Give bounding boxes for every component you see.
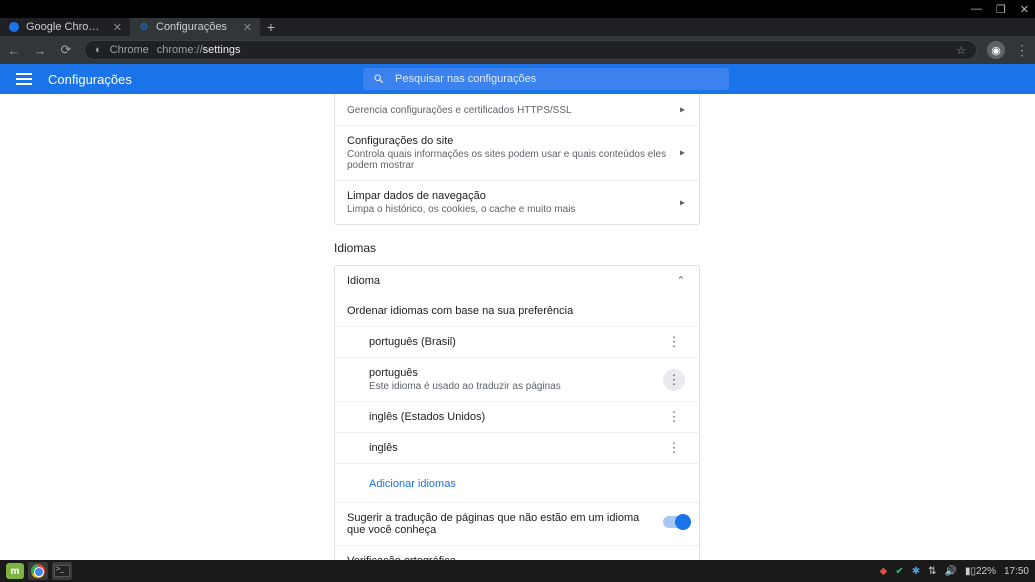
- nav-forward-button[interactable]: →: [32, 43, 48, 58]
- tray-shield-icon[interactable]: ✔: [895, 566, 903, 577]
- menu-hamburger-icon[interactable]: [16, 73, 32, 85]
- privacy-card: Gerencia configurações e certificados HT…: [334, 94, 700, 225]
- tab-close-icon[interactable]: ✕: [243, 21, 252, 34]
- tab-title: Google Chrome no Linux fica t: [26, 21, 107, 33]
- nav-back-button[interactable]: ←: [6, 43, 22, 58]
- translate-suggest-toggle[interactable]: [663, 515, 689, 533]
- language-item-menu-button[interactable]: ⋮: [663, 437, 685, 459]
- browser-menu-button[interactable]: ⋮: [1015, 42, 1029, 59]
- language-item: inglês (Estados Unidos) ⋮: [335, 401, 699, 432]
- site-info-icon[interactable]: ◐: [95, 44, 102, 56]
- tray-volume-icon[interactable]: 🔊: [944, 566, 956, 577]
- new-tab-button[interactable]: +: [260, 18, 282, 36]
- settings-row-clear-data[interactable]: Limpar dados de navegação Limpa o histór…: [335, 180, 699, 224]
- tab-favicon-gear-icon: ⚙: [138, 21, 150, 33]
- language-item-menu-button[interactable]: ⋮: [663, 369, 685, 391]
- address-bar[interactable]: ◐ Chrome chrome://settings ☆: [84, 40, 977, 60]
- tray-bluetooth-icon[interactable]: ✱: [912, 566, 920, 577]
- window-minimize-button[interactable]: —: [971, 3, 982, 15]
- window-close-button[interactable]: ✕: [1020, 3, 1029, 16]
- chevron-right-icon: ▸: [680, 197, 685, 208]
- language-item: português (Brasil) ⋮: [335, 326, 699, 357]
- search-icon: [373, 73, 385, 85]
- settings-content: Gerencia configurações e certificados HT…: [0, 94, 1035, 560]
- page-title: Configurações: [48, 72, 132, 87]
- language-item-menu-button[interactable]: ⋮: [663, 406, 685, 428]
- settings-header: Configurações: [0, 64, 1035, 94]
- tray-battery-indicator[interactable]: ▮▯22%: [965, 566, 996, 577]
- spellcheck-row[interactable]: Verificação ortográfica português (Brasi…: [335, 545, 699, 560]
- tab-close-icon[interactable]: ✕: [113, 21, 122, 34]
- start-menu-button[interactable]: m: [6, 563, 24, 579]
- tab-favicon: [8, 21, 20, 33]
- settings-row-certificates[interactable]: Gerencia configurações e certificados HT…: [335, 94, 699, 125]
- window-maximize-button[interactable]: ❐: [996, 3, 1006, 16]
- add-languages-link[interactable]: Adicionar idiomas: [369, 478, 456, 490]
- translate-suggest-row: Sugerir a tradução de páginas que não es…: [335, 502, 699, 545]
- tray-network-icon[interactable]: ⇅: [928, 566, 936, 577]
- terminal-icon: >_: [54, 565, 70, 577]
- add-languages-row: Adicionar idiomas: [335, 463, 699, 502]
- nav-reload-button[interactable]: ⟳: [58, 42, 74, 58]
- chevron-up-icon: ⌃: [677, 276, 685, 287]
- language-expand-row[interactable]: Idioma ⌃: [335, 266, 699, 296]
- taskbar-app-chrome[interactable]: [28, 562, 48, 580]
- languages-card: Idioma ⌃ Ordenar idiomas com base na sua…: [334, 265, 700, 560]
- bookmark-star-icon[interactable]: ☆: [956, 44, 966, 57]
- tray-update-icon[interactable]: ◆: [880, 566, 888, 577]
- language-item-menu-button[interactable]: ⋮: [663, 331, 685, 353]
- browser-tabstrip: Google Chrome no Linux fica t ✕ ⚙ Config…: [0, 18, 1035, 36]
- chrome-icon: [31, 564, 45, 578]
- settings-search-input[interactable]: [395, 73, 719, 85]
- browser-tab-active[interactable]: ⚙ Configurações ✕: [130, 18, 260, 36]
- tray-clock[interactable]: 17:50: [1004, 566, 1029, 577]
- settings-search[interactable]: [363, 68, 729, 90]
- chevron-right-icon: ▸: [680, 104, 685, 115]
- system-titlebar: — ❐ ✕: [0, 0, 1035, 18]
- system-taskbar: m >_ ◆ ✔ ✱ ⇅ 🔊 ▮▯22% 17:50: [0, 560, 1035, 582]
- profile-avatar-button[interactable]: ◉: [987, 41, 1005, 59]
- language-item: inglês ⋮: [335, 432, 699, 463]
- toolbar: ← → ⟳ ◐ Chrome chrome://settings ☆ ◉ ⋮: [0, 36, 1035, 64]
- address-url: chrome://settings: [157, 44, 241, 56]
- chevron-right-icon: ▸: [680, 148, 685, 159]
- browser-tab[interactable]: Google Chrome no Linux fica t ✕: [0, 18, 130, 36]
- address-origin-label: Chrome: [110, 44, 149, 56]
- tab-title: Configurações: [156, 21, 237, 33]
- settings-row-site-settings[interactable]: Configurações do site Controla quais inf…: [335, 125, 699, 180]
- language-order-hint: Ordenar idiomas com base na sua preferên…: [335, 296, 699, 326]
- taskbar-app-terminal[interactable]: >_: [52, 562, 72, 580]
- language-item: português Este idioma é usado ao traduzi…: [335, 357, 699, 401]
- section-heading-languages: Idiomas: [334, 241, 700, 255]
